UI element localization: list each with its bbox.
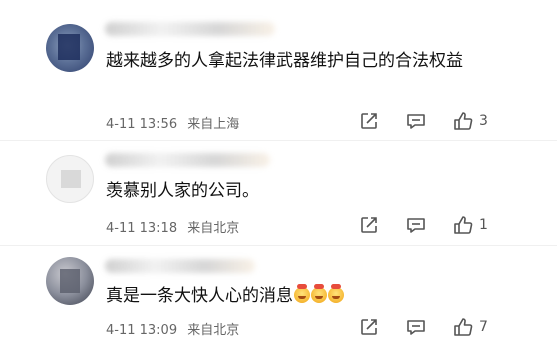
comment-icon [407, 114, 425, 129]
share-icon [361, 217, 377, 233]
share-button[interactable] [358, 110, 380, 132]
comment-meta: 4-11 13:56 来自上海 [106, 113, 239, 132]
thumbs-up-icon [454, 216, 473, 234]
comment-location: 来自北京 [187, 221, 240, 236]
reply-button[interactable] [405, 316, 427, 338]
divider [0, 140, 557, 141]
reply-button[interactable] [405, 214, 427, 236]
blushing-smile-emoji [311, 284, 327, 303]
comment-location: 来自上海 [187, 117, 240, 132]
like-count: 7 [479, 319, 488, 335]
comment-meta: 4-11 13:09 来自北京 [106, 319, 239, 338]
comment-meta: 4-11 13:18 来自北京 [106, 217, 239, 236]
blushing-smile-emoji [294, 284, 310, 303]
avatar[interactable] [46, 24, 94, 72]
share-icon [361, 319, 377, 335]
comment-icon [407, 320, 425, 335]
share-button[interactable] [358, 316, 380, 338]
comment-item: 真是一条大快人心的消息 4-11 13:09 来自北京 7 [0, 245, 557, 348]
avatar[interactable] [46, 155, 94, 203]
thumbs-up-icon [454, 318, 473, 336]
username-blurred[interactable] [105, 259, 255, 273]
comment-item: 羡慕别人家的公司。 4-11 13:18 来自北京 1 [0, 140, 557, 245]
comment-time: 4-11 13:56 [106, 117, 178, 132]
comment-location: 来自北京 [187, 323, 240, 338]
comment-text: 羡慕别人家的公司。 [106, 181, 259, 201]
like-count: 1 [479, 217, 488, 233]
like-button[interactable] [452, 110, 474, 132]
reply-button[interactable] [405, 110, 427, 132]
share-button[interactable] [358, 214, 380, 236]
thumbs-up-icon [454, 112, 473, 130]
comment-time: 4-11 13:09 [106, 323, 178, 338]
blushing-smile-emoji [328, 284, 344, 303]
divider [0, 245, 557, 246]
comment-icon [407, 218, 425, 233]
comment-time: 4-11 13:18 [106, 221, 178, 236]
comment-item: 越来越多的人拿起法律武器维护自己的合法权益 4-11 13:56 来自上海 3 [0, 0, 557, 140]
comment-text: 越来越多的人拿起法律武器维护自己的合法权益 [106, 51, 463, 71]
like-count: 3 [479, 113, 488, 129]
avatar[interactable] [46, 257, 94, 305]
comment-text-content: 真是一条大快人心的消息 [106, 286, 293, 306]
like-button[interactable] [452, 316, 474, 338]
share-icon [361, 113, 377, 129]
like-button[interactable] [452, 214, 474, 236]
comment-text: 真是一条大快人心的消息 [106, 282, 496, 310]
username-blurred[interactable] [105, 153, 270, 167]
username-blurred[interactable] [105, 22, 275, 36]
